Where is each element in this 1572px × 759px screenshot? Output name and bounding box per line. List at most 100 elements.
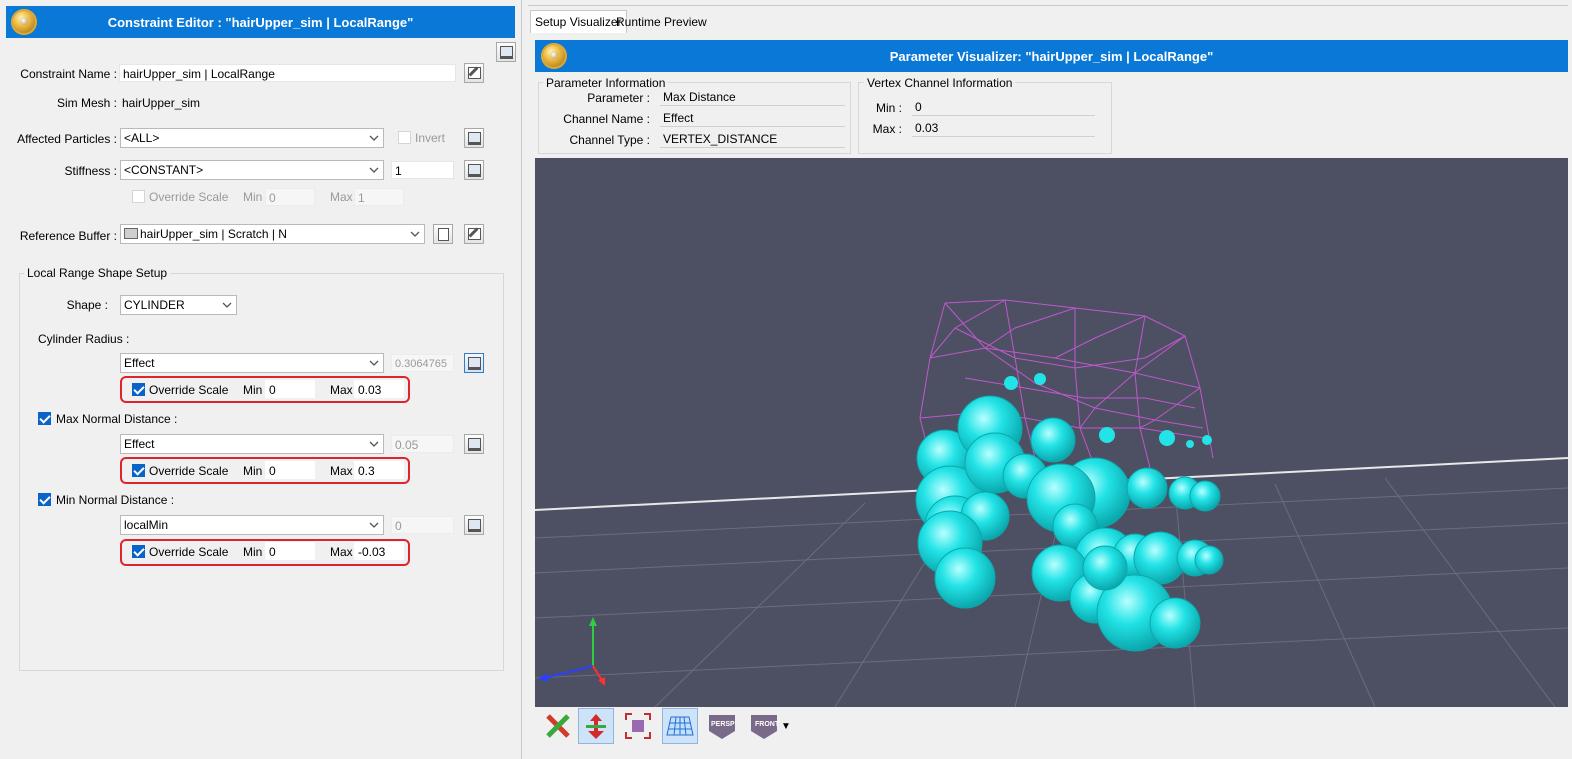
window-icon [499,45,513,59]
stiffness-max-input[interactable]: 1 [354,188,404,206]
cylinder-override-checkbox[interactable] [132,383,145,396]
move-tool-button[interactable] [578,708,614,744]
constraint-name-label: Constraint Name : [20,67,117,81]
vertex-channel-title: Vertex Channel Information [864,76,1016,90]
max-normal-channel: Effect [124,437,155,451]
stiffness-button[interactable] [464,160,484,180]
window-icon [467,437,481,451]
channel-type-value: VERTEX_DISTANCE [660,130,845,148]
cylinder-max-label: Max [330,383,353,397]
stiffness-min-label: Min [243,190,263,204]
cylinder-radius-button[interactable] [464,353,484,373]
affected-particles-label: Affected Particles : [17,132,117,146]
vertex-channel-group [858,82,1112,154]
stiffness-value: <CONSTANT> [124,163,204,177]
min-normal-select[interactable]: localMin [120,515,384,535]
reference-buffer-edit-button[interactable] [464,224,484,244]
3d-viewport[interactable] [535,158,1568,707]
vertex-min-label: Min : [875,101,902,115]
front-view-button[interactable]: FRONT ▼ [746,708,794,744]
local-range-shape-title: Local Range Shape Setup [24,266,171,280]
reset-view-button[interactable] [540,708,576,744]
channel-name-label: Channel Name : [563,112,650,126]
edit-icon [467,67,481,79]
shape-select[interactable]: CYLINDER [120,295,237,315]
editor-options-button[interactable] [496,42,516,62]
cylinder-radius-select[interactable]: Effect [120,353,384,373]
stiffness-label: Stiffness : [64,164,117,178]
affected-particles-select[interactable]: <ALL> [120,128,384,148]
page-icon [437,227,449,241]
max-normal-select[interactable]: Effect [120,434,384,454]
vertex-min-value: 0 [912,98,1095,116]
constraint-editor-panel: Constraint Editor : "hairUpper_sim | Loc… [0,0,522,759]
stiffness-max-label: Max [330,190,353,204]
min-normal-checkbox[interactable] [38,493,51,506]
chevron-down-icon [369,129,379,141]
cylinder-max-input[interactable]: 0.03 [354,380,404,398]
stiffness-select[interactable]: <CONSTANT> [120,160,384,180]
invert-checkbox[interactable] [398,131,411,144]
reference-buffer-label: Reference Buffer : [19,229,117,243]
max-normal-min-label: Min [243,464,263,478]
window-icon [467,518,481,532]
viewport-scene [535,299,1568,707]
chevron-down-icon [369,161,379,173]
front-label: FRONT [755,721,780,728]
max-normal-max-input[interactable]: 0.3 [354,461,404,479]
constraint-name-input[interactable]: hairUpper_sim | LocalRange [119,64,456,82]
min-normal-max-input[interactable]: -0.03 [354,542,404,560]
chevron-down-icon [410,225,420,237]
app-orb-icon[interactable] [11,9,37,35]
reference-buffer-new-button[interactable] [433,224,453,244]
visualizer-title: Parameter Visualizer: "hairUpper_sim | L… [889,48,1214,64]
cylinder-min-input[interactable]: 0 [265,380,315,398]
sim-mesh-label: Sim Mesh : [56,96,117,110]
parameter-label: Parameter : [587,91,650,105]
max-normal-min-input[interactable]: 0 [265,461,315,479]
chevron-down-icon [222,296,232,308]
chevron-down-icon [369,354,379,366]
min-normal-override-checkbox[interactable] [132,545,145,558]
vertex-max-value: 0.03 [912,119,1095,137]
min-normal-min-input[interactable]: 0 [265,542,315,560]
sim-mesh-value: hairUpper_sim [122,96,201,110]
rename-button[interactable] [464,63,484,83]
parameter-info-title: Parameter Information [543,76,669,90]
cylinder-radius-label: Cylinder Radius : [38,332,130,346]
edit-icon [467,228,481,240]
grid-toggle-button[interactable] [662,708,698,744]
vertex-max-label: Max : [872,122,902,136]
shape-label: Shape : [66,298,108,312]
min-normal-max-label: Max [330,545,353,559]
max-normal-label: Max Normal Distance : [56,412,178,426]
min-normal-channel: localMin [124,518,169,532]
min-normal-number[interactable]: 0 [391,516,454,534]
app-orb-icon[interactable] [541,43,567,69]
stiffness-number-input[interactable]: 1 [391,161,454,179]
cylinder-radius-channel: Effect [124,356,155,370]
editor-title-bar: Constraint Editor : "hairUpper_sim | Loc… [6,6,515,38]
min-normal-min-label: Min [243,545,263,559]
persp-view-button[interactable]: PERSP [704,708,740,744]
max-normal-button[interactable] [464,434,484,454]
tab-runtime-preview[interactable]: Runtime Preview [612,11,711,33]
max-normal-max-label: Max [330,464,353,478]
stiffness-min-input[interactable]: 0 [265,188,315,206]
min-normal-label: Min Normal Distance : [56,493,175,507]
reference-buffer-value: hairUpper_sim | Scratch | N [140,227,287,241]
max-normal-checkbox[interactable] [38,412,51,425]
window-icon [467,356,481,370]
frame-selection-button[interactable] [620,708,656,744]
stiffness-override-checkbox[interactable] [132,190,145,203]
persp-label: PERSP [711,721,735,728]
cylinder-override-label: Override Scale [149,383,229,397]
reference-buffer-select[interactable]: hairUpper_sim | Scratch | N [120,224,425,244]
max-normal-override-checkbox[interactable] [132,464,145,477]
cylinder-radius-number[interactable]: 0.3064765 [391,354,454,372]
max-normal-number[interactable]: 0.05 [391,435,454,453]
affected-particles-button[interactable] [464,128,484,148]
buffer-icon [124,228,138,239]
reset-icon [546,714,570,738]
min-normal-button[interactable] [464,515,484,535]
